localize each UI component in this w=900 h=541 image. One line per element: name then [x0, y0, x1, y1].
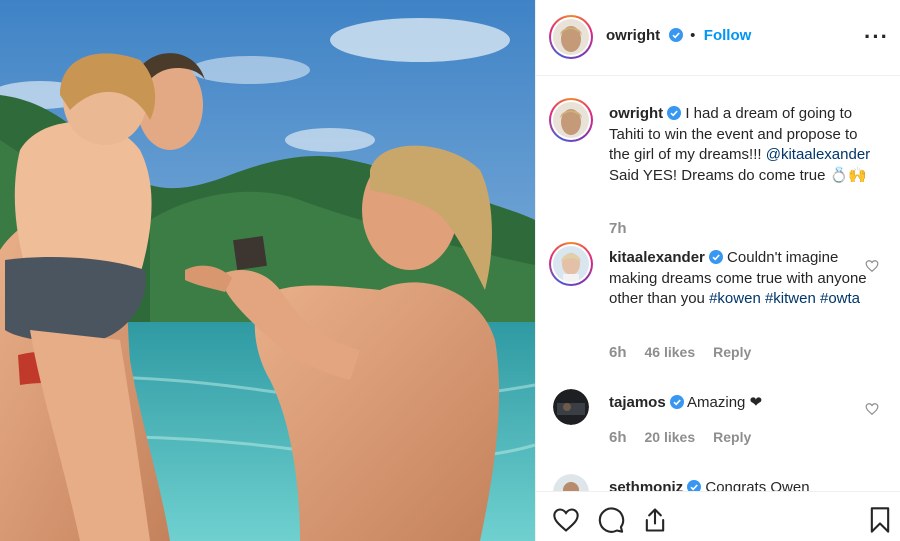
- author-avatar[interactable]: [549, 15, 593, 59]
- separator-dot: •: [690, 27, 696, 44]
- post-details-panel: owright • Follow ··· owright I had a dre…: [535, 0, 900, 541]
- comment-meta: 6h 46 likes Reply: [609, 344, 751, 361]
- post-header: owright • Follow ···: [536, 0, 900, 76]
- comment-time[interactable]: 6h: [609, 429, 627, 446]
- verified-badge-icon: [669, 395, 684, 409]
- more-options-icon[interactable]: ···: [864, 24, 889, 50]
- post-photo[interactable]: [0, 0, 535, 541]
- comment-avatar-image: [553, 389, 589, 425]
- caption-mention[interactable]: @kitaalexander: [766, 146, 870, 163]
- reply-button[interactable]: Reply: [713, 429, 751, 445]
- share-icon[interactable]: [641, 506, 669, 534]
- comment-avatar-image: [553, 474, 589, 491]
- comment-body: Congrats Owen: [701, 479, 810, 491]
- comment-meta: 6h 20 likes Reply: [609, 429, 751, 446]
- comment-time[interactable]: 6h: [609, 344, 627, 361]
- verified-badge-icon: [687, 480, 702, 491]
- comment-username[interactable]: sethmoniz: [609, 479, 683, 491]
- comment-likes[interactable]: 20 likes: [645, 429, 696, 445]
- comment-icon[interactable]: [597, 506, 625, 534]
- verified-badge-icon: [667, 106, 682, 120]
- caption-avatar[interactable]: [549, 98, 593, 142]
- comment-text: sethmoniz Congrats Owen: [609, 478, 879, 491]
- verified-badge-icon: [708, 250, 723, 264]
- heart-icon[interactable]: [552, 506, 580, 534]
- verified-badge-icon: [668, 28, 683, 42]
- header-username[interactable]: owright: [606, 27, 660, 44]
- action-bar: [536, 491, 900, 541]
- comment-username[interactable]: tajamos: [609, 394, 666, 411]
- comments-list: owright I had a dream of going to Tahiti…: [536, 77, 900, 491]
- comment-avatar[interactable]: [549, 242, 593, 286]
- comment-hashtags[interactable]: #kowen #kitwen #owta: [709, 290, 860, 307]
- caption-text: owright I had a dream of going to Tahiti…: [609, 104, 879, 186]
- comment-avatar-image: [553, 246, 589, 282]
- follow-button[interactable]: Follow: [704, 27, 752, 44]
- caption-time[interactable]: 7h: [609, 220, 627, 237]
- comment-avatar[interactable]: [553, 389, 589, 425]
- comment-avatar[interactable]: [553, 474, 589, 491]
- comment-username[interactable]: kitaalexander: [609, 249, 705, 266]
- caption-avatar-image: [553, 102, 589, 138]
- proposal-photo-illustration: [0, 0, 535, 541]
- reply-button[interactable]: Reply: [713, 344, 751, 360]
- heart-icon[interactable]: [865, 259, 879, 273]
- comment-text: kitaalexander Couldn't imagine making dr…: [609, 248, 879, 310]
- comment-likes[interactable]: 46 likes: [645, 344, 696, 360]
- caption-body-2: Said YES! Dreams do come true 💍🙌: [609, 166, 868, 184]
- heart-icon[interactable]: [865, 402, 879, 416]
- caption-username[interactable]: owright: [609, 105, 663, 122]
- caption-meta: 7h: [609, 220, 627, 237]
- comment-body: Amazing ❤: [683, 394, 763, 411]
- header-user-line: owright • Follow: [606, 27, 751, 45]
- comment-text: tajamos Amazing ❤: [609, 393, 879, 414]
- author-avatar-image: [553, 19, 589, 55]
- bookmark-icon[interactable]: [866, 506, 894, 534]
